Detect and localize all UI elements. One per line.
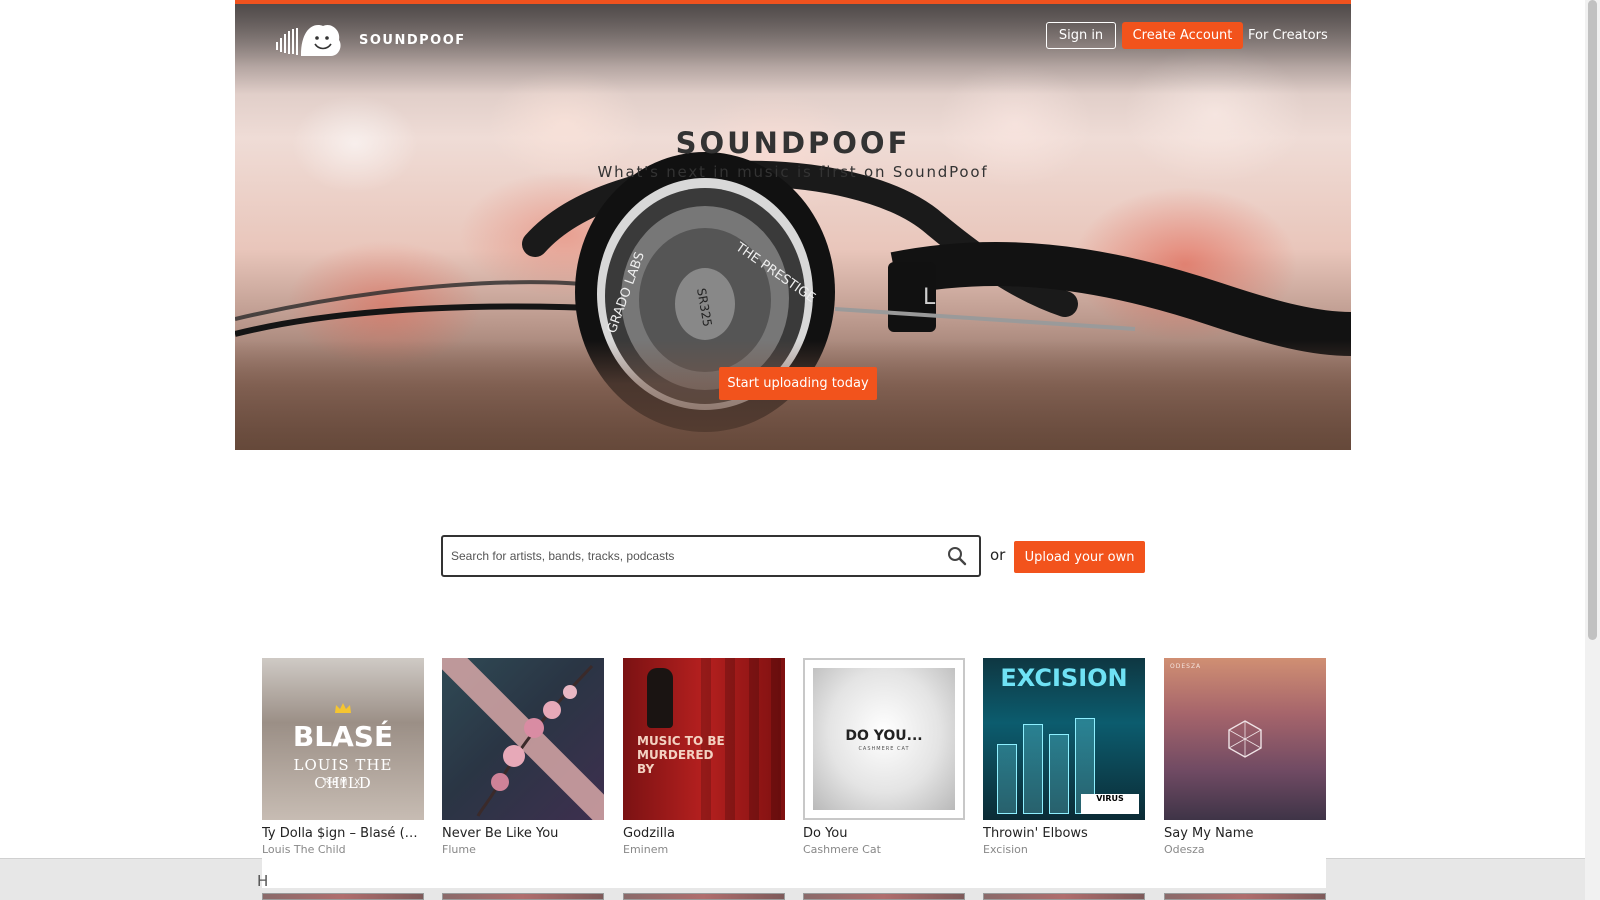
track-artist[interactable]: Odesza: [1164, 843, 1326, 856]
bottom-content-area: [262, 858, 1326, 888]
cover-stripe: [771, 658, 781, 820]
hero-title: SOUNDPOOF: [675, 126, 911, 160]
section-heading-partial: H: [257, 872, 269, 890]
headphone-l-mark: L: [923, 285, 936, 310]
track-card[interactable]: Never Be Like You Flume: [442, 658, 604, 856]
brand-name: SOUNDPOOF: [359, 32, 466, 48]
hero-subtitle: What's next in music is first on SoundPo…: [597, 163, 989, 181]
blossom-branch-icon: [476, 664, 594, 817]
track-card[interactable]: DO YOU... CASHMERE CAT Do You Cashmere C…: [803, 658, 965, 856]
cover-text: ODESZA: [1170, 663, 1202, 670]
hero-banner: L THE PRESTIGE GRADO LABS SR325 SOUNDPOO…: [235, 0, 1351, 450]
cover-text: DO YOU...: [845, 728, 923, 744]
track-cover[interactable]: MUSIC TO BE MURDERED BY: [623, 658, 785, 820]
create-account-button[interactable]: Create Account: [1122, 22, 1243, 49]
page-scrollbar[interactable]: [1585, 0, 1600, 900]
search-input[interactable]: [451, 537, 931, 575]
cover-text: BLASÉ: [292, 720, 394, 753]
track-cover[interactable]: DO YOU... CASHMERE CAT: [803, 658, 965, 820]
track-card[interactable]: BLASÉ LOUIS THE CHILD REMIX Ty Dolla $ig…: [262, 658, 424, 856]
cover-text: EXCISION: [1000, 664, 1128, 692]
cover-glass: [1049, 734, 1069, 814]
next-row-covers: [262, 893, 1326, 900]
start-uploading-button[interactable]: Start uploading today: [719, 367, 877, 400]
cover-text: MUSIC TO BE MURDERED BY: [637, 734, 725, 776]
track-title[interactable]: Say My Name: [1164, 826, 1326, 841]
track-artist[interactable]: Louis The Child: [262, 843, 424, 856]
cover-text: REMIX: [323, 778, 363, 788]
track-artist[interactable]: Cashmere Cat: [803, 843, 965, 856]
cover-text: CASHMERE CAT: [858, 746, 910, 752]
brand-logo[interactable]: SOUNDPOOF: [271, 20, 466, 60]
cloud-smiley-logo-icon: [276, 24, 341, 56]
track-cover[interactable]: [803, 893, 965, 900]
cover-virus-badge: VIRUS: [1081, 794, 1139, 814]
geometric-hexagon-icon: [1228, 720, 1262, 758]
track-cover[interactable]: [442, 893, 604, 900]
cover-glass: [1023, 724, 1043, 814]
track-artist[interactable]: Flume: [442, 843, 604, 856]
track-artist[interactable]: Excision: [983, 843, 1145, 856]
track-cover[interactable]: [623, 893, 785, 900]
track-cover[interactable]: ODESZA: [1164, 658, 1326, 820]
track-cover[interactable]: [442, 658, 604, 820]
track-cover[interactable]: BLASÉ LOUIS THE CHILD REMIX: [262, 658, 424, 820]
track-cover[interactable]: [1164, 893, 1326, 900]
track-cover[interactable]: [983, 893, 1145, 900]
for-creators-link[interactable]: For Creators: [1248, 22, 1328, 49]
cover-stripe: [749, 658, 759, 820]
upload-your-own-button[interactable]: Upload your own: [1014, 541, 1145, 573]
sign-in-button[interactable]: Sign in: [1046, 22, 1116, 49]
track-card[interactable]: EXCISION VIRUS Throwin' Elbows Excision: [983, 658, 1145, 856]
search-icon[interactable]: [947, 546, 967, 566]
cover-figure: [647, 668, 673, 728]
track-card[interactable]: ODESZA Say My Name Odesza: [1164, 658, 1326, 856]
track-card[interactable]: MUSIC TO BE MURDERED BY Godzilla Eminem: [623, 658, 785, 856]
track-cover[interactable]: [262, 893, 424, 900]
or-label: or: [990, 546, 1006, 564]
track-title[interactable]: Godzilla: [623, 826, 785, 841]
track-cover[interactable]: EXCISION VIRUS: [983, 658, 1145, 820]
crown-icon: [335, 703, 351, 713]
track-artist[interactable]: Eminem: [623, 843, 785, 856]
track-title[interactable]: Do You: [803, 826, 965, 841]
cover-glass: [997, 744, 1017, 814]
scrollbar-thumb[interactable]: [1588, 0, 1597, 640]
cover-stripe: [725, 658, 735, 820]
track-title[interactable]: Never Be Like You: [442, 826, 604, 841]
track-title[interactable]: Ty Dolla $ign – Blasé (L...: [262, 826, 424, 841]
search-box: [441, 535, 981, 577]
track-title[interactable]: Throwin' Elbows: [983, 826, 1145, 841]
